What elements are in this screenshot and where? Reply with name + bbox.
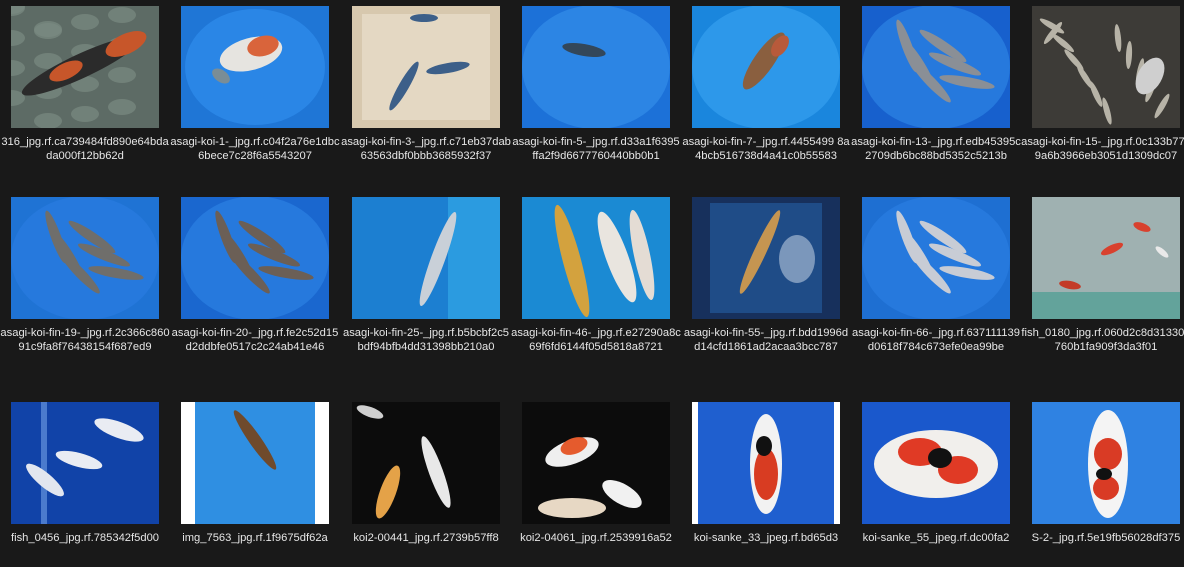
file-thumbnail[interactable] (1021, 0, 1184, 142)
file-thumbnail[interactable] (511, 191, 681, 333)
file-name-label: img_7563_jpg.rf.1f9675df62a (182, 532, 328, 544)
file-thumbnail[interactable] (0, 396, 170, 538)
file-name-label: fish_0180_jpg.rf.060d2c8d313309760b1fa90… (1021, 327, 1184, 353)
file-thumbnail[interactable] (341, 191, 511, 333)
file-thumbnail[interactable] (681, 0, 851, 142)
thumbnail-image (11, 197, 159, 319)
file-name-label: asagi-koi-fin-20-_jpg.rf.fe2c52d15d2ddbf… (171, 327, 339, 353)
thumbnail-image (862, 6, 1010, 128)
thumbnail-image (1032, 6, 1180, 128)
file-thumbnail[interactable] (170, 191, 340, 333)
file-name-label: 316_jpg.rf.ca739484fd890e64bdada000f12bb… (1, 136, 169, 162)
thumbnail-image (11, 402, 159, 524)
file-thumbnail[interactable] (0, 191, 170, 333)
file-name-label: asagi-koi-fin-3-_jpg.rf.c71eb37dab63563d… (341, 136, 511, 162)
thumbnail-image (352, 197, 500, 319)
file-name-label: fish_0456_jpg.rf.785342f5d00 (10, 532, 160, 544)
file-thumbnail[interactable] (681, 191, 851, 333)
thumbnail-image (862, 402, 1010, 524)
thumbnail-image (692, 402, 840, 524)
thumbnail-image (11, 6, 159, 128)
file-name-label: S-2-_jpg.rf.5e19fb56028df375 (1031, 532, 1181, 544)
thumbnail-image (862, 197, 1010, 319)
file-name-label: asagi-koi-1-_jpg.rf.c04f2a76e1dbc6bece7c… (170, 136, 340, 162)
thumbnail-image (692, 6, 840, 128)
file-name-label: asagi-koi-fin-66-_jpg.rf.637111139d0618f… (852, 327, 1020, 353)
thumbnail-image (352, 6, 500, 128)
file-name-label: koi-sanke_33_jpeg.rf.bd65d3 (693, 532, 839, 544)
file-name-label: asagi-koi-fin-15-_jpg.rf.0c133b77e9a6b39… (1021, 136, 1184, 162)
file-thumbnail[interactable] (1021, 191, 1184, 333)
file-thumbnail[interactable] (851, 191, 1021, 333)
thumbnail-image (181, 6, 329, 128)
thumbnail-image (1032, 402, 1180, 524)
file-thumbnail-grid: 316_jpg.rf.ca739484fd890e64bdada000f12bb… (0, 0, 1184, 567)
thumbnail-image (522, 197, 670, 319)
thumbnail-image (1032, 197, 1180, 319)
file-name-label: koi-sanke_55_jpeg.rf.dc00fa2 (862, 532, 1010, 544)
file-name-label: asagi-koi-fin-55-_jpg.rf.bdd1996dd14cfd1… (683, 327, 849, 353)
file-thumbnail[interactable] (851, 0, 1021, 142)
thumbnail-image (352, 402, 500, 524)
file-thumbnail[interactable] (341, 0, 511, 142)
file-name-label: asagi-koi-fin-46-_jpg.rf.e27290a8c69f6fd… (511, 327, 681, 353)
file-thumbnail[interactable] (511, 0, 681, 142)
thumbnail-image (522, 6, 670, 128)
file-name-label: asagi-koi-fin-25-_jpg.rf.b5bcbf2c5bdf94b… (342, 327, 510, 353)
file-thumbnail[interactable] (0, 0, 170, 142)
thumbnail-image (522, 402, 670, 524)
file-name-label: asagi-koi-fin-5-_jpg.rf.d33a1f6395ffa2f9… (512, 136, 680, 162)
file-thumbnail[interactable] (1021, 396, 1184, 538)
file-thumbnail[interactable] (170, 396, 340, 538)
file-name-label: asagi-koi-fin-13-_jpg.rf.edb45395c2709db… (851, 136, 1021, 162)
file-thumbnail[interactable] (681, 396, 851, 538)
file-name-label: koi2-04061_jpg.rf.2539916a52 (520, 532, 672, 544)
file-name-label: koi2-00441_jpg.rf.2739b57ff8 (353, 532, 499, 544)
thumbnail-image (692, 197, 840, 319)
file-thumbnail[interactable] (170, 0, 340, 142)
file-thumbnail[interactable] (511, 396, 681, 538)
file-thumbnail[interactable] (851, 396, 1021, 538)
file-name-label: asagi-koi-fin-7-_jpg.rf.4455499 8a4bcb51… (682, 136, 850, 162)
file-name-label: asagi-koi-fin-19-_jpg.rf.2c366c86091c9fa… (0, 327, 170, 353)
file-thumbnail[interactable] (341, 396, 511, 538)
thumbnail-image (181, 197, 329, 319)
thumbnail-image (181, 402, 329, 524)
